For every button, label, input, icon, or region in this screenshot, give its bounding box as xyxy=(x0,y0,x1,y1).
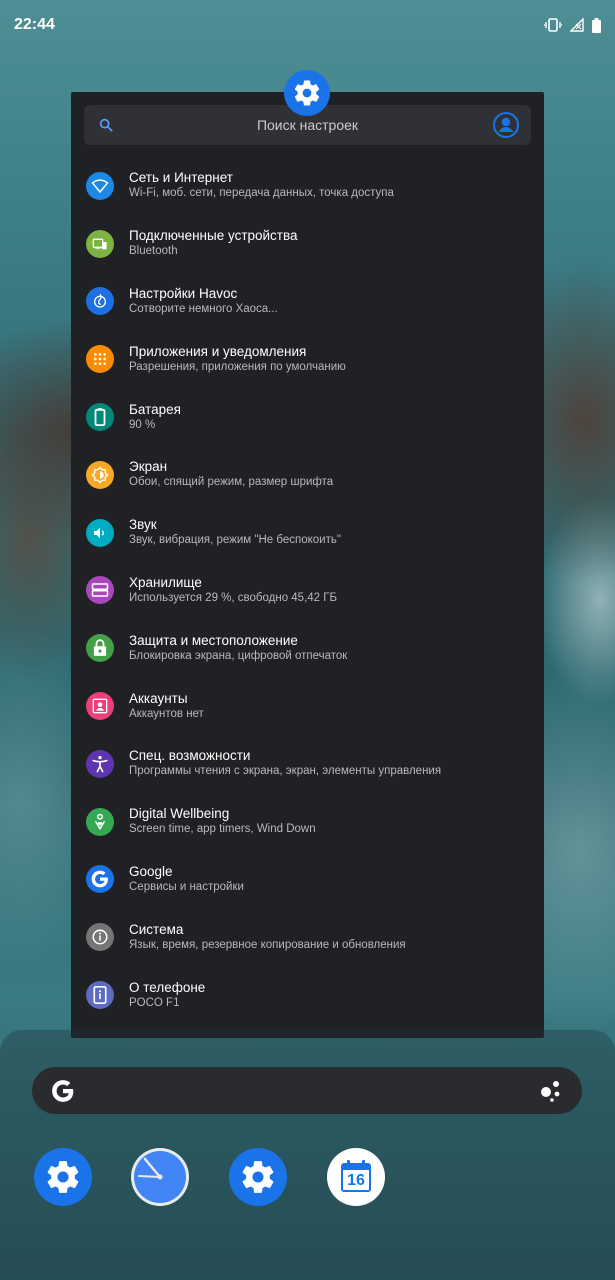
settings-item-title: Приложения и уведомления xyxy=(129,343,307,359)
settings-item-subtitle: Программы чтения с экрана, экран, элемен… xyxy=(129,765,442,778)
settings-item[interactable]: О телефоне POCO F1 xyxy=(71,966,544,1024)
search-icon xyxy=(98,117,114,138)
battery-icon xyxy=(86,403,114,432)
info-icon xyxy=(86,923,114,952)
settings-item-subtitle: Язык, время, резервное копирование и обн… xyxy=(129,938,406,951)
settings-item[interactable]: Батарея 90 % xyxy=(71,388,544,446)
gear-icon xyxy=(242,1161,274,1193)
brightness-icon xyxy=(86,460,114,489)
settings-item-texts: Подключенные устройства Bluetooth xyxy=(129,228,298,259)
apps-grid-icon xyxy=(86,345,114,374)
settings-item-title: Защита и местоположение xyxy=(129,632,298,648)
battery-icon xyxy=(592,17,601,33)
settings-item-subtitle: Используется 29 %, свободно 45,42 ГБ xyxy=(129,591,338,604)
vibrate-icon xyxy=(544,18,562,32)
status-icons xyxy=(544,17,601,33)
settings-item-texts: Спец. возможности Программы чтения с экра… xyxy=(129,748,441,779)
settings-item-title: Экран xyxy=(129,459,168,475)
status-time: 22:44 xyxy=(14,16,55,33)
settings-item[interactable]: Система Язык, время, резервное копировани… xyxy=(71,908,544,966)
settings-item[interactable]: Google Сервисы и настройки xyxy=(71,851,544,909)
no-signal-icon xyxy=(570,18,584,32)
clock-icon xyxy=(131,1148,189,1206)
settings-panel: Поиск настроек Сеть и Интернет Wi-Fi, моб… xyxy=(71,92,544,1038)
settings-item[interactable]: Подключенные устройства Bluetooth xyxy=(71,215,544,273)
settings-item-subtitle: Аккаунтов нет xyxy=(129,707,204,720)
calendar-app[interactable]: 16 xyxy=(327,1148,385,1206)
gear-icon xyxy=(294,80,320,106)
havoc-icon xyxy=(86,287,114,316)
wellbeing-icon xyxy=(86,807,114,836)
settings-item-title: Звук xyxy=(129,517,157,533)
settings-item-title: Система xyxy=(129,921,184,937)
settings-item-subtitle: Разрешения, приложения по умолчанию xyxy=(129,360,346,373)
account-icon[interactable] xyxy=(493,112,519,143)
settings-item-subtitle: Wi-Fi, моб. сети, передача данных, точка… xyxy=(129,187,394,200)
settings-item-title: Спец. возможности xyxy=(129,748,251,764)
settings-item-texts: Защита и местоположение Блокировка экрана… xyxy=(129,633,347,664)
settings-item[interactable]: Защита и местоположение Блокировка экрана… xyxy=(71,619,544,677)
settings-item[interactable]: Звук Звук, вибрация, режим "Не беспокоить… xyxy=(71,504,544,562)
settings-item-title: Настройки Havoc xyxy=(129,285,238,301)
settings-item[interactable]: Digital Wellbeing Screen time, app timers… xyxy=(71,793,544,851)
settings-item-subtitle: Обои, спящий режим, размер шрифта xyxy=(129,476,334,489)
settings-app-2[interactable] xyxy=(229,1148,287,1206)
settings-item-texts: Настройки Havoc Сотворите немного Хаоса..… xyxy=(129,286,278,317)
status-bar: 22:44 xyxy=(0,0,615,50)
storage-icon xyxy=(86,576,114,605)
settings-item-title: Аккаунты xyxy=(129,690,188,706)
settings-item[interactable]: Аккаунты Аккаунтов нет xyxy=(71,677,544,735)
assistant-icon[interactable] xyxy=(538,1079,564,1108)
settings-item-texts: Батарея 90 % xyxy=(129,402,181,433)
account-box-icon xyxy=(86,692,114,721)
settings-item-texts: Звук Звук, вибрация, режим "Не беспокоить… xyxy=(129,517,341,548)
volume-icon xyxy=(86,518,114,547)
search-placeholder: Поиск настроек xyxy=(256,117,359,133)
settings-item-subtitle: 90 % xyxy=(129,418,156,431)
settings-item-subtitle: Звук, вибрация, режим "Не беспокоить" xyxy=(129,534,341,547)
settings-item[interactable]: Настройки Havoc Сотворите немного Хаоса..… xyxy=(71,273,544,331)
settings-item-texts: О телефоне POCO F1 xyxy=(129,980,205,1011)
settings-item-title: Подключенные устройства xyxy=(129,228,298,244)
accessibility-icon xyxy=(86,749,114,778)
settings-list: Сеть и Интернет Wi-Fi, моб. сети, передач… xyxy=(71,157,544,1024)
settings-item-subtitle: Bluetooth xyxy=(129,245,178,258)
settings-item[interactable]: Приложения и уведомления Разрешения, прил… xyxy=(71,330,544,388)
calendar-date: 16 xyxy=(347,1172,365,1189)
settings-item-subtitle: Блокировка экрана, цифровой отпечаток xyxy=(129,649,348,662)
settings-item-title: Сеть и Интернет xyxy=(129,170,233,186)
settings-item-texts: Приложения и уведомления Разрешения, прил… xyxy=(129,344,346,375)
google-g-icon xyxy=(50,1078,76,1109)
settings-item-subtitle: Сервисы и настройки xyxy=(129,880,244,893)
devices-icon xyxy=(86,229,114,258)
phone-info-icon xyxy=(86,981,114,1010)
settings-item[interactable]: Сеть и Интернет Wi-Fi, моб. сети, передач… xyxy=(71,157,544,215)
settings-item-title: Батарея xyxy=(129,401,181,417)
settings-item[interactable]: Хранилище Используется 29 %, свободно 45,… xyxy=(71,562,544,620)
settings-item-subtitle: POCO F1 xyxy=(129,996,180,1009)
google-icon xyxy=(86,865,114,894)
settings-item-texts: Экран Обои, спящий режим, размер шрифта xyxy=(129,459,333,490)
settings-item-title: Digital Wellbeing xyxy=(129,806,230,822)
settings-item-texts: Digital Wellbeing Screen time, app timers… xyxy=(129,806,316,837)
wifi-icon xyxy=(86,171,114,200)
settings-item-subtitle: Screen time, app timers, Wind Down xyxy=(129,823,316,836)
settings-item-title: О телефоне xyxy=(129,979,206,995)
settings-item[interactable]: Спец. возможности Программы чтения с экра… xyxy=(71,735,544,793)
lock-icon xyxy=(86,634,114,663)
gear-icon xyxy=(47,1161,79,1193)
settings-item-texts: Google Сервисы и настройки xyxy=(129,864,244,895)
settings-item-texts: Сеть и Интернет Wi-Fi, моб. сети, передач… xyxy=(129,170,394,201)
settings-item-subtitle: Сотворите немного Хаоса... xyxy=(129,302,278,315)
settings-item-title: Хранилище xyxy=(129,574,202,590)
clock-app[interactable] xyxy=(131,1148,189,1206)
settings-item-texts: Система Язык, время, резервное копировани… xyxy=(129,922,406,953)
settings-item[interactable]: Экран Обои, спящий режим, размер шрифта xyxy=(71,446,544,504)
settings-app[interactable] xyxy=(34,1148,92,1206)
settings-item-title: Google xyxy=(129,863,173,879)
settings-item-texts: Хранилище Используется 29 %, свободно 45,… xyxy=(129,575,337,606)
settings-app-gear-icon[interactable] xyxy=(284,70,330,116)
google-search-bar[interactable] xyxy=(32,1067,582,1114)
settings-item-texts: Аккаунты Аккаунтов нет xyxy=(129,691,204,722)
